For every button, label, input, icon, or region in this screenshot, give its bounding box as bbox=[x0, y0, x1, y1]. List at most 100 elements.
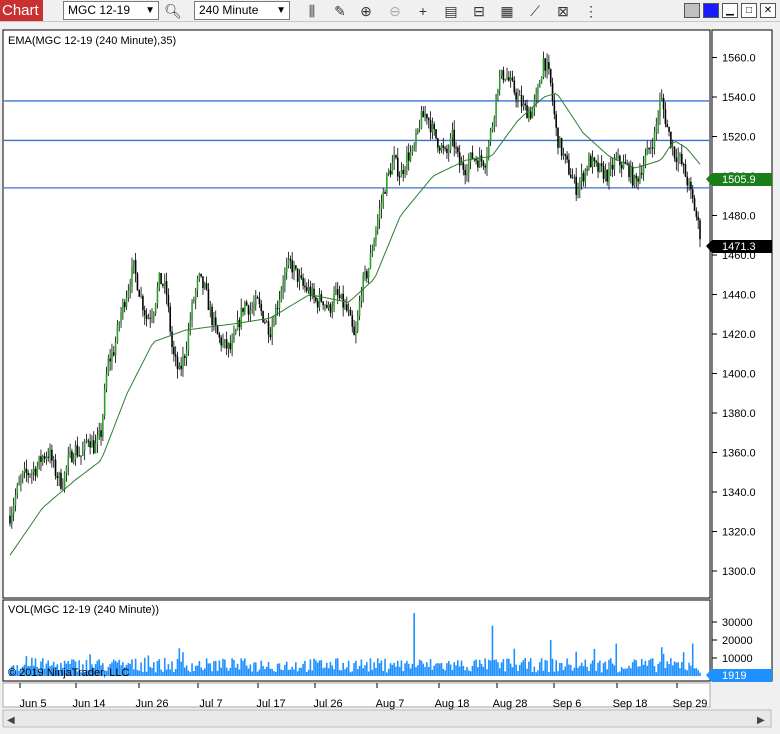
interval-selector[interactable]: 240 Minute ▼ bbox=[194, 1, 290, 20]
zoom-in-icon[interactable]: ⊕ bbox=[357, 2, 375, 20]
volume-bar bbox=[287, 669, 290, 676]
candle-body bbox=[493, 117, 496, 127]
volume-bar bbox=[347, 660, 350, 676]
color-swatch-blue[interactable] bbox=[703, 3, 719, 18]
instrument-selector[interactable]: MGC 12-19 ▼ bbox=[63, 1, 159, 20]
candle-body bbox=[147, 317, 150, 319]
volume-bar bbox=[582, 666, 585, 676]
crosshair-icon[interactable]: + bbox=[414, 2, 432, 20]
volume-bar bbox=[380, 660, 383, 676]
horizontal-scrollbar[interactable]: ◀ ▶ bbox=[2, 709, 772, 728]
candle-body bbox=[457, 147, 459, 153]
chart-area[interactable]: 1300.0 1320.0 1340.0 1360.0 1380.0 1400.0 1420… bbox=[0, 22, 780, 731]
volume-bar bbox=[302, 663, 304, 676]
candle-body bbox=[20, 478, 22, 483]
candle-body bbox=[597, 162, 599, 172]
candle-body bbox=[291, 260, 293, 273]
draw-icon[interactable]: ✎ bbox=[331, 2, 349, 20]
volume-bar bbox=[240, 658, 243, 676]
indicators-icon[interactable]: ⟋ bbox=[526, 2, 544, 20]
volume-bar bbox=[506, 658, 508, 676]
templates-icon[interactable]: ⊠ bbox=[554, 2, 572, 20]
candle-body bbox=[65, 466, 68, 473]
candle-body bbox=[122, 302, 124, 313]
candle-body bbox=[327, 304, 330, 308]
volume-bar bbox=[460, 660, 463, 676]
candle-body bbox=[202, 276, 204, 288]
zoom-out-icon[interactable]: ⊖ bbox=[386, 2, 404, 20]
volume-bar bbox=[637, 666, 639, 676]
candle-body bbox=[446, 148, 448, 154]
chart-tab[interactable]: Chart bbox=[0, 0, 43, 21]
candle-body bbox=[61, 488, 64, 490]
candle-body bbox=[531, 108, 534, 119]
candle-body bbox=[185, 350, 188, 358]
candle-body bbox=[229, 343, 232, 350]
volume-bar bbox=[560, 662, 563, 676]
candle-body bbox=[375, 230, 377, 241]
candle-body bbox=[14, 495, 17, 506]
data-box-icon[interactable]: ▤ bbox=[442, 2, 460, 20]
candle-body bbox=[697, 216, 699, 221]
chevron-down-icon: ▼ bbox=[145, 5, 155, 16]
volume-bar bbox=[260, 660, 263, 676]
candle-body bbox=[67, 455, 70, 467]
candle-body bbox=[167, 294, 170, 307]
volume-bar bbox=[238, 669, 241, 676]
volume-bar bbox=[344, 669, 346, 676]
candle-body bbox=[247, 305, 250, 315]
volume-bar bbox=[593, 648, 596, 676]
candle-body bbox=[555, 114, 557, 128]
volume-bar bbox=[264, 669, 266, 676]
volume-bar bbox=[660, 647, 663, 676]
candle-body bbox=[407, 152, 410, 161]
candle-body bbox=[282, 283, 284, 291]
volume-bar bbox=[311, 670, 314, 676]
volume-bar bbox=[522, 660, 525, 676]
candle-body bbox=[426, 113, 428, 119]
properties-icon[interactable]: ⊟ bbox=[470, 2, 488, 20]
candle-body bbox=[29, 474, 31, 476]
color-swatch-gray[interactable] bbox=[684, 3, 700, 18]
candle-body bbox=[289, 258, 292, 261]
candle-body bbox=[174, 354, 177, 357]
candle-body bbox=[631, 166, 634, 186]
volume-bar bbox=[424, 666, 426, 676]
close-icon[interactable]: ✕ bbox=[760, 3, 776, 18]
candle-body bbox=[240, 307, 243, 328]
volume-bar bbox=[285, 661, 288, 676]
candle-body bbox=[653, 131, 656, 149]
volume-bar bbox=[442, 668, 445, 676]
strategies-icon[interactable]: ▦ bbox=[498, 2, 516, 20]
volume-bar bbox=[395, 666, 397, 676]
volume-bar bbox=[296, 671, 299, 676]
candle-body bbox=[300, 275, 303, 278]
volume-bar bbox=[304, 660, 306, 676]
candle-body bbox=[353, 326, 355, 335]
instrument-value: MGC 12-19 bbox=[68, 3, 131, 17]
candle-body bbox=[691, 189, 694, 199]
candle-body bbox=[264, 322, 266, 324]
volume-bar bbox=[495, 659, 497, 676]
chart-canvas[interactable]: 1300.0 1320.0 1340.0 1360.0 1380.0 1400.0 1420… bbox=[0, 22, 780, 731]
volume-bar bbox=[620, 667, 623, 676]
candle-body bbox=[569, 174, 572, 178]
more-icon[interactable]: ⋮ bbox=[582, 2, 600, 20]
candle-body bbox=[518, 95, 521, 97]
volume-bar bbox=[679, 668, 681, 676]
search-icon[interactable]: 🔍︎ bbox=[164, 2, 182, 20]
candle-body bbox=[417, 129, 419, 133]
volume-bar bbox=[670, 658, 672, 676]
maximize-icon[interactable]: □ bbox=[741, 3, 757, 18]
time-tick-label: Aug 7 bbox=[376, 698, 405, 710]
volume-bar bbox=[313, 658, 315, 676]
volume-bar bbox=[189, 672, 192, 676]
volume-bar bbox=[398, 666, 401, 676]
volume-bar bbox=[518, 664, 521, 676]
bar-style-icon[interactable]: ⫼ bbox=[303, 2, 321, 20]
volume-bar bbox=[604, 661, 607, 676]
minimize-icon[interactable]: ▁ bbox=[722, 3, 738, 18]
volume-bar bbox=[446, 663, 448, 676]
volume-bar bbox=[214, 660, 217, 676]
candle-body bbox=[560, 138, 563, 156]
